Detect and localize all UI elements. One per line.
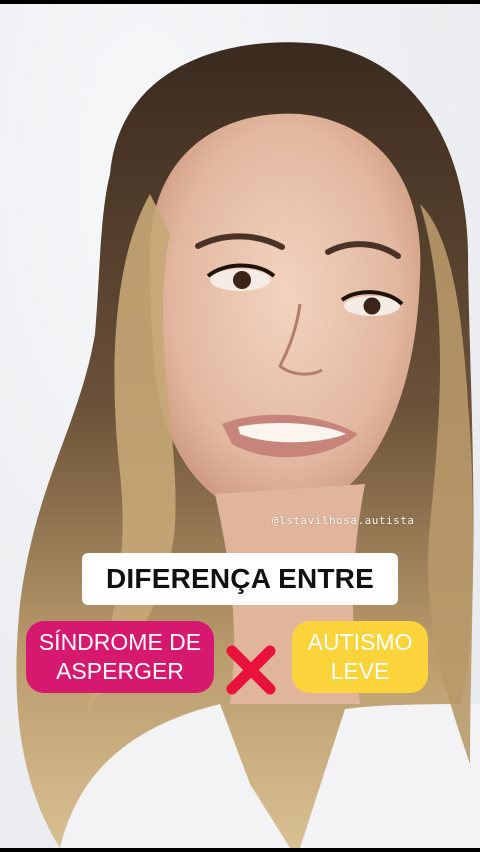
red-x-icon [226, 645, 276, 695]
video-frame: @lstavilhosa.autista DIFERENÇA ENTRE SÍN… [0, 4, 480, 848]
title-text: DIFERENÇA ENTRE [106, 563, 374, 594]
autismo-tag-line2: LEVE [330, 658, 390, 684]
woman-portrait-image [16, 42, 480, 848]
autismo-leve-tag: AUTISMO LEVE [292, 621, 428, 693]
asperger-tag: SÍNDROME DE ASPERGER [26, 621, 214, 693]
title-banner: DIFERENÇA ENTRE [82, 553, 398, 605]
autismo-tag-line1: AUTISMO [307, 629, 413, 655]
watermark-handle: @lstavilhosa.autista [272, 514, 415, 527]
asperger-tag-line2: ASPERGER [56, 658, 184, 684]
asperger-tag-line1: SÍNDROME DE [38, 629, 202, 655]
